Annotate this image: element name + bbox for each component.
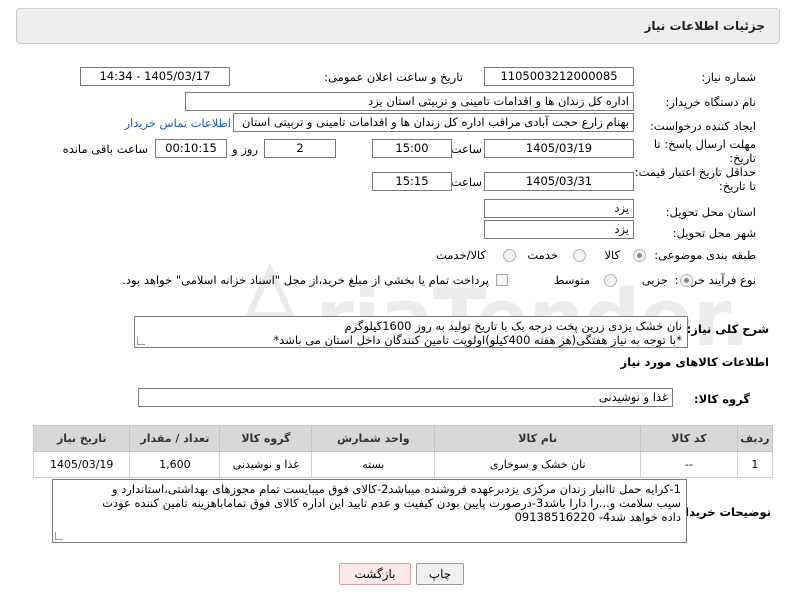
requester-field[interactable]: بهنام زارع حجت آبادی مراقب اداره کل زندا…	[233, 113, 634, 132]
radio-service-label: خدمت	[527, 248, 558, 262]
deadline-time-label: ساعت	[450, 142, 482, 156]
need-number-label: شماره نیاز:	[701, 70, 756, 84]
city-label: شهر محل تحویل:	[672, 226, 756, 240]
buyer-notes-line-3: داده خواهد شد4- 09138516220	[514, 510, 681, 524]
col-unit: واحد شمارش	[311, 425, 436, 452]
resize-handle-icon[interactable]	[55, 532, 63, 540]
cell-unit: بسته	[311, 451, 436, 478]
col-qty: تعداد / مقدار	[129, 425, 221, 452]
watermark-logo: riaTender.net	[232, 262, 755, 364]
buyer-notes-label: توضیحات خریدار:	[673, 505, 771, 519]
description-label: شرح کلی نیاز:	[686, 322, 769, 336]
radio-medium-label: متوسط	[553, 273, 590, 287]
deadline-date-field[interactable]: 1405/03/19	[484, 139, 634, 158]
radio-minor-label: جزیی	[641, 273, 668, 287]
province-field[interactable]: یزد	[484, 199, 634, 218]
goods-table-header: ردیف کد کالا نام کالا واحد شمارش گروه کا…	[32, 425, 774, 452]
header-panel: جزئیات اطلاعات نیاز	[16, 8, 780, 44]
payment-note: پرداخت تمام یا بخشی از مبلغ خرید،از محل …	[122, 273, 489, 287]
col-code: کد کالا	[640, 425, 738, 452]
need-number-field[interactable]: 1105003212000085	[484, 67, 634, 86]
goods-table: ردیف کد کالا نام کالا واحد شمارش گروه کا…	[32, 425, 774, 478]
buyer-org-field[interactable]: اداره کل زندان ها و اقدامات تامینی و ترب…	[185, 92, 634, 111]
buyer-notes-textarea[interactable]: 1-کرایه حمل تاانبار زندان مرکزی یزدبرعهد…	[52, 479, 687, 543]
remaining-time-field[interactable]: 00:10:15	[155, 139, 227, 158]
requester-label: ایجاد کننده درخواست:	[650, 119, 756, 133]
deadline-label: مهلت ارسال پاسخ: تا تاریخ:	[653, 137, 756, 165]
col-date: تاریخ نیاز	[32, 425, 131, 452]
description-textarea[interactable]: نان خشک یزدی زرین پخت درجه یک با تاریخ ت…	[134, 316, 688, 348]
cell-row: 1	[736, 451, 774, 478]
announce-date-field[interactable]: 1405/03/17 - 14:34	[80, 67, 230, 86]
col-group: گروه کالا	[219, 425, 313, 452]
category-label: طبقه بندی موضوعی:	[654, 248, 756, 262]
cell-group: غذا و نوشیدنی	[219, 451, 313, 478]
days-field[interactable]: 2	[264, 139, 336, 158]
goods-group-field[interactable]: غذا و نوشیدنی	[138, 388, 673, 407]
radio-minor[interactable]	[680, 274, 693, 287]
cell-name: نان خشک و سوخاری	[434, 451, 642, 478]
radio-goods[interactable]	[633, 249, 646, 262]
goods-group-label: گروه کالا:	[694, 392, 750, 406]
price-validity-date-field[interactable]: 1405/03/31	[484, 172, 634, 191]
price-validity-time-field[interactable]: 15:15	[372, 172, 452, 191]
buyer-notes-line-1: 1-کرایه حمل تاانبار زندان مرکزی یزدبرعهد…	[112, 482, 681, 496]
radio-goods-service-label: کالا/خدمت	[435, 248, 486, 262]
radio-goods-service[interactable]	[503, 249, 516, 262]
deadline-time-field[interactable]: 15:00	[372, 139, 452, 158]
col-row: ردیف	[736, 425, 774, 452]
col-name: نام کالا	[434, 425, 642, 452]
treasury-checkbox[interactable]	[496, 274, 508, 286]
resize-handle-icon[interactable]	[137, 337, 145, 345]
page-title: جزئیات اطلاعات نیاز	[644, 19, 765, 33]
cell-qty: 1,600	[129, 451, 221, 478]
table-row[interactable]: 1 -- نان خشک و سوخاری بسته غذا و نوشیدنی…	[32, 451, 774, 478]
price-validity-time-label: ساعت	[450, 175, 482, 189]
days-label: روز و	[232, 142, 258, 156]
description-line-1: نان خشک یزدی زرین پخت درجه یک با تاریخ ت…	[344, 319, 682, 333]
print-button[interactable]: چاپ	[416, 563, 464, 585]
buyer-org-label: نام دستگاه خریدار:	[665, 95, 756, 109]
description-line-2: *با توجه به نیاز هفتگی(هر هفته 400کیلو)ا…	[273, 333, 682, 347]
contact-buyer-link[interactable]: اطلاعات تماس خریدار	[124, 116, 231, 130]
remaining-label: ساعت باقی مانده	[62, 142, 148, 156]
city-field[interactable]: یزد	[484, 220, 634, 239]
back-button[interactable]: بازگشت	[339, 563, 411, 585]
radio-medium[interactable]	[604, 274, 617, 287]
radio-service[interactable]	[573, 249, 586, 262]
cell-code: --	[640, 451, 738, 478]
radio-goods-label: کالا	[604, 248, 620, 262]
price-validity-label: حداقل تاریخ اعتبار قیمت: تا تاریخ:	[634, 165, 756, 193]
cell-date: 1405/03/19	[32, 451, 131, 478]
buyer-notes-line-2: سیب سلامت و...را دارا باشد3-درصورت پایین…	[102, 496, 681, 510]
goods-section-title: اطلاعات کالاهای مورد نیاز	[620, 355, 769, 369]
announce-label: تاریخ و ساعت اعلان عمومی:	[324, 70, 463, 84]
province-label: استان محل تحویل:	[665, 205, 756, 219]
